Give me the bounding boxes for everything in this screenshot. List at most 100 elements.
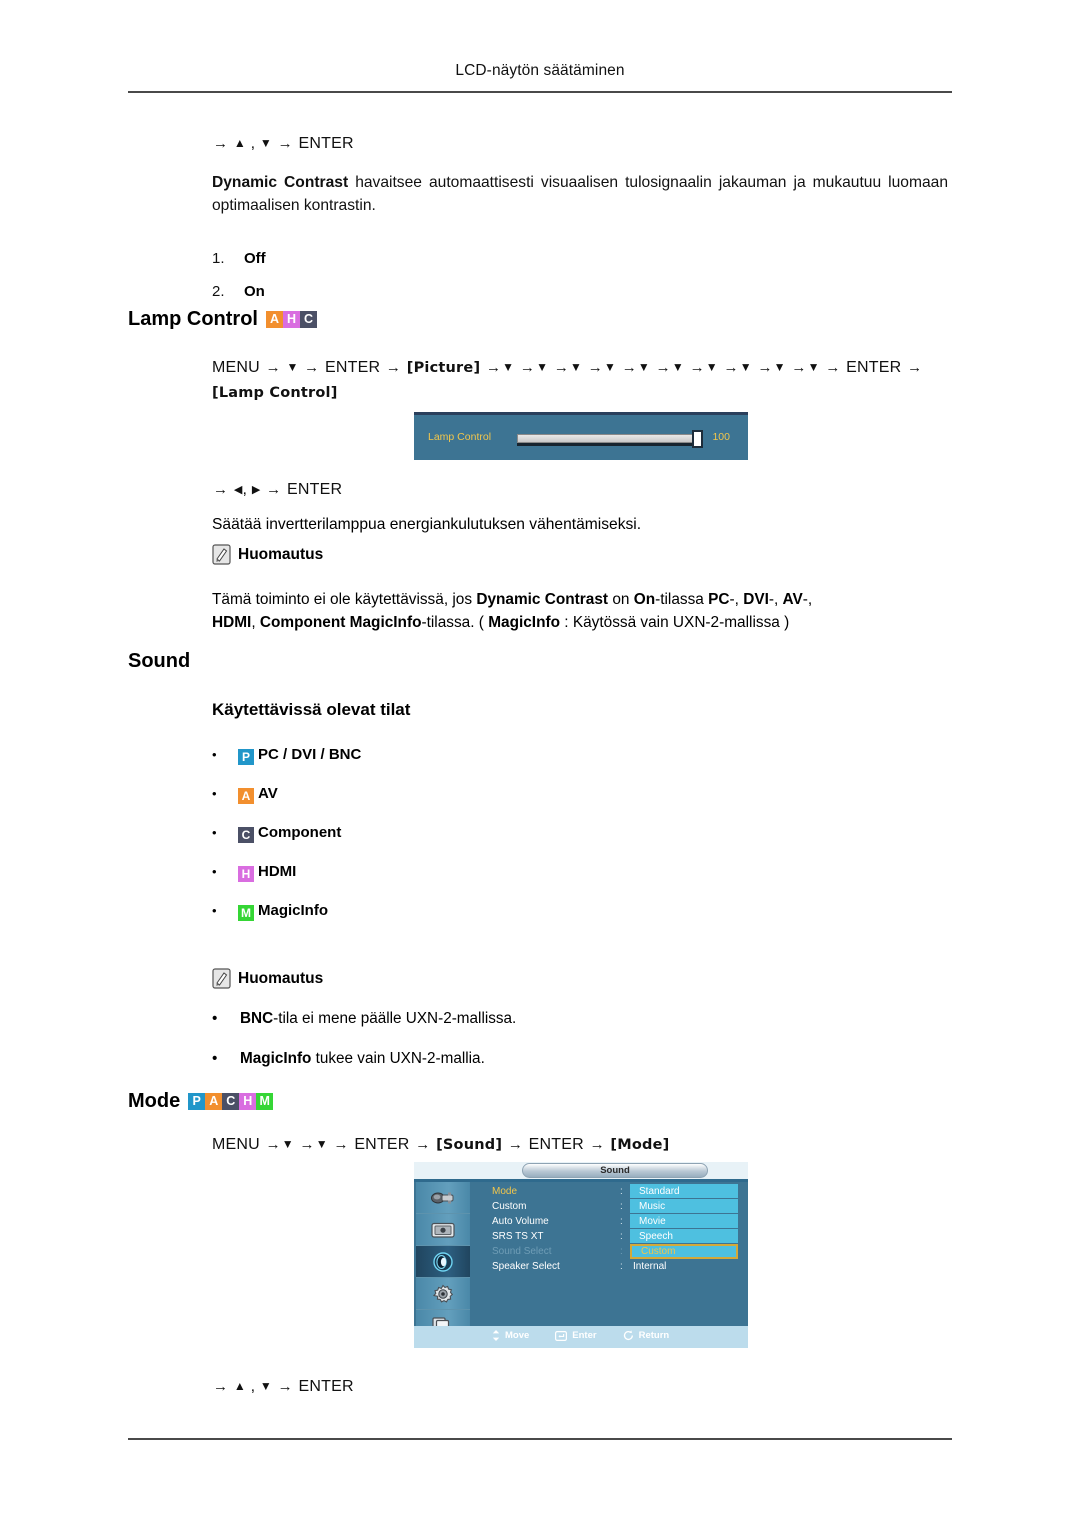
badge-hdmi: H [238, 866, 254, 882]
badge-av: A [266, 311, 283, 328]
list-item: • C Component [212, 824, 1080, 843]
osd-row-custom-label[interactable]: Custom [492, 1201, 526, 1212]
list-item: • A AV [212, 785, 1080, 804]
lamp-control-token: [Lamp Control] [212, 384, 338, 401]
list-item: • MagicInfo tukee vain UXN-2-mallia. [212, 1050, 1080, 1068]
dynamic-contrast-term: Dynamic Contrast [212, 174, 349, 191]
enter-label: ENTER [287, 481, 343, 498]
mode-label: PC / DVI / BNC [258, 746, 362, 763]
heading-text: Lamp Control [128, 308, 258, 330]
osd-sidebar [416, 1182, 470, 1342]
sidebar-item-setup[interactable] [416, 1278, 470, 1310]
setup-gear-icon [432, 1284, 454, 1304]
menu-label: MENU [212, 359, 260, 376]
bullet-dot: • [212, 1010, 218, 1027]
list-item: • BNC-tila ei mene päälle UXN-2-mallissa… [212, 1010, 1080, 1028]
osd-hint-return: Return [623, 1330, 670, 1341]
note-line-2: HDMI, Component MagicInfo-tilassa. ( Mag… [212, 614, 790, 632]
osd-hint-move: Move [492, 1330, 529, 1341]
mode-dropdown[interactable]: Standard Music Movie Speech Custom [630, 1184, 738, 1259]
running-header: LCD-näytön säätäminen [455, 62, 625, 79]
badge-hdmi: H [239, 1093, 257, 1110]
dynamic-contrast-description: Dynamic Contrast havaitsee automaattises… [212, 172, 948, 217]
badge-component: C [300, 311, 317, 328]
osd-colon-sound-select: : [620, 1246, 623, 1257]
menu-label: MENU [212, 1136, 260, 1153]
bullet-dot: • [212, 903, 217, 918]
note-label: Huomautus [238, 969, 324, 987]
badge-hdmi: H [283, 311, 300, 328]
lamp-control-adjust-nav-line: → ◀, ▶ → ENTER [213, 481, 343, 498]
document-page: LCD-näytön säätäminen → ▲ , ▼ → ENTER Dy… [0, 0, 1080, 1527]
slider-knob[interactable] [692, 430, 703, 448]
dynamic-contrast-options: 1. Off 2. On [0, 250, 1080, 300]
bullet-dot: • [212, 1050, 218, 1067]
osd-row-mode-label[interactable]: Mode [492, 1186, 517, 1197]
list-item: • H HDMI [212, 863, 1080, 882]
enter-label: ENTER [298, 135, 354, 152]
footer-rule [128, 1438, 952, 1440]
option-label: On [244, 283, 265, 300]
enter-label: ENTER [298, 1378, 354, 1395]
badge-pc: P [188, 1093, 206, 1110]
dropdown-option-speech[interactable]: Speech [630, 1229, 738, 1244]
badge-av: A [238, 788, 254, 804]
option-number: 2. [212, 283, 225, 300]
osd-row-srs-ts-xt-label[interactable]: SRS TS XT [492, 1231, 544, 1242]
sound-notes-list: • BNC-tila ei mene päälle UXN-2-mallissa… [212, 1010, 1080, 1068]
osd-lamp-label: Lamp Control [428, 431, 492, 443]
sidebar-item-input[interactable] [416, 1182, 470, 1214]
osd-colon-speaker-select: : [620, 1261, 623, 1272]
option-label: Off [244, 250, 266, 267]
return-icon [623, 1330, 634, 1341]
badge-magicinfo: M [256, 1093, 274, 1110]
note-text: MagicInfo tukee vain UXN-2-mallia. [240, 1050, 485, 1067]
option-number: 1. [212, 250, 225, 267]
bullet-dot: • [212, 825, 217, 840]
picture-icon [430, 1221, 456, 1239]
list-item: 1. Off [212, 250, 1080, 267]
hint-label: Return [638, 1330, 670, 1341]
osd-hint-enter: Enter [555, 1330, 597, 1341]
sidebar-item-picture[interactable] [416, 1214, 470, 1246]
hint-label: Move [505, 1330, 530, 1341]
osd-footer: Move Enter Return [414, 1326, 748, 1348]
lamp-control-description: Säätää invertterilamppua energiankulutuk… [212, 516, 642, 533]
note-pencil-icon [212, 968, 231, 989]
osd-row-auto-volume-label[interactable]: Auto Volume [492, 1216, 549, 1227]
sound-menu-token: [Sound] [436, 1137, 503, 1153]
mode-entry: A AV [238, 785, 278, 804]
osd-title: Sound [522, 1163, 708, 1178]
mode-label: AV [258, 785, 278, 802]
osd-row-speaker-select-label[interactable]: Speaker Select [492, 1261, 560, 1272]
enter-label: ENTER [325, 359, 381, 376]
mode-label: MagicInfo [258, 902, 328, 919]
slider-shadow [517, 443, 703, 446]
sidebar-item-sound[interactable] [416, 1246, 470, 1278]
mode-heading: Mode P A C H M [128, 1090, 1080, 1113]
picture-menu-token: [Picture] [406, 360, 481, 376]
dropdown-option-movie[interactable]: Movie [630, 1214, 738, 1229]
dropdown-option-custom[interactable]: Custom [630, 1244, 738, 1259]
available-modes-list: • P PC / DVI / BNC • A AV • C Component • H… [212, 746, 1080, 921]
note-pencil-icon [212, 544, 231, 565]
osd-body: Mode Custom Auto Volume SRS TS XT Sound … [470, 1182, 746, 1326]
badge-magicinfo: M [238, 905, 254, 921]
note-heading-2: Huomautus [212, 968, 1080, 989]
lamp-control-note-body: Tämä toiminto ei ole käytettävissä, jos … [212, 588, 952, 634]
enter-label-2: ENTER [528, 1136, 584, 1153]
sound-osd-menu: Sound Mode Custom Auto Volume SRS TS XT … [414, 1162, 748, 1348]
osd-colon-mode: : [620, 1186, 623, 1197]
left-arrow-icon: ◀ [233, 484, 243, 496]
note-text: BNC-tila ei mene päälle UXN-2-mallissa. [240, 1010, 517, 1027]
dropdown-option-standard[interactable]: Standard [630, 1184, 738, 1199]
note-label: Huomautus [238, 545, 324, 563]
mode-nav-line: MENU →▼ →▼ → ENTER → [Sound] → ENTER → [… [212, 1136, 670, 1153]
list-item: • M MagicInfo [212, 902, 1080, 921]
list-item: 2. On [212, 283, 1080, 300]
dropdown-option-music[interactable]: Music [630, 1199, 738, 1214]
osd-colon-srs: : [620, 1231, 623, 1242]
lamp-control-slider[interactable] [517, 434, 701, 443]
mode-badges: P A C H M [188, 1093, 274, 1110]
down-arrow-icon: ▼ [259, 1379, 272, 1393]
